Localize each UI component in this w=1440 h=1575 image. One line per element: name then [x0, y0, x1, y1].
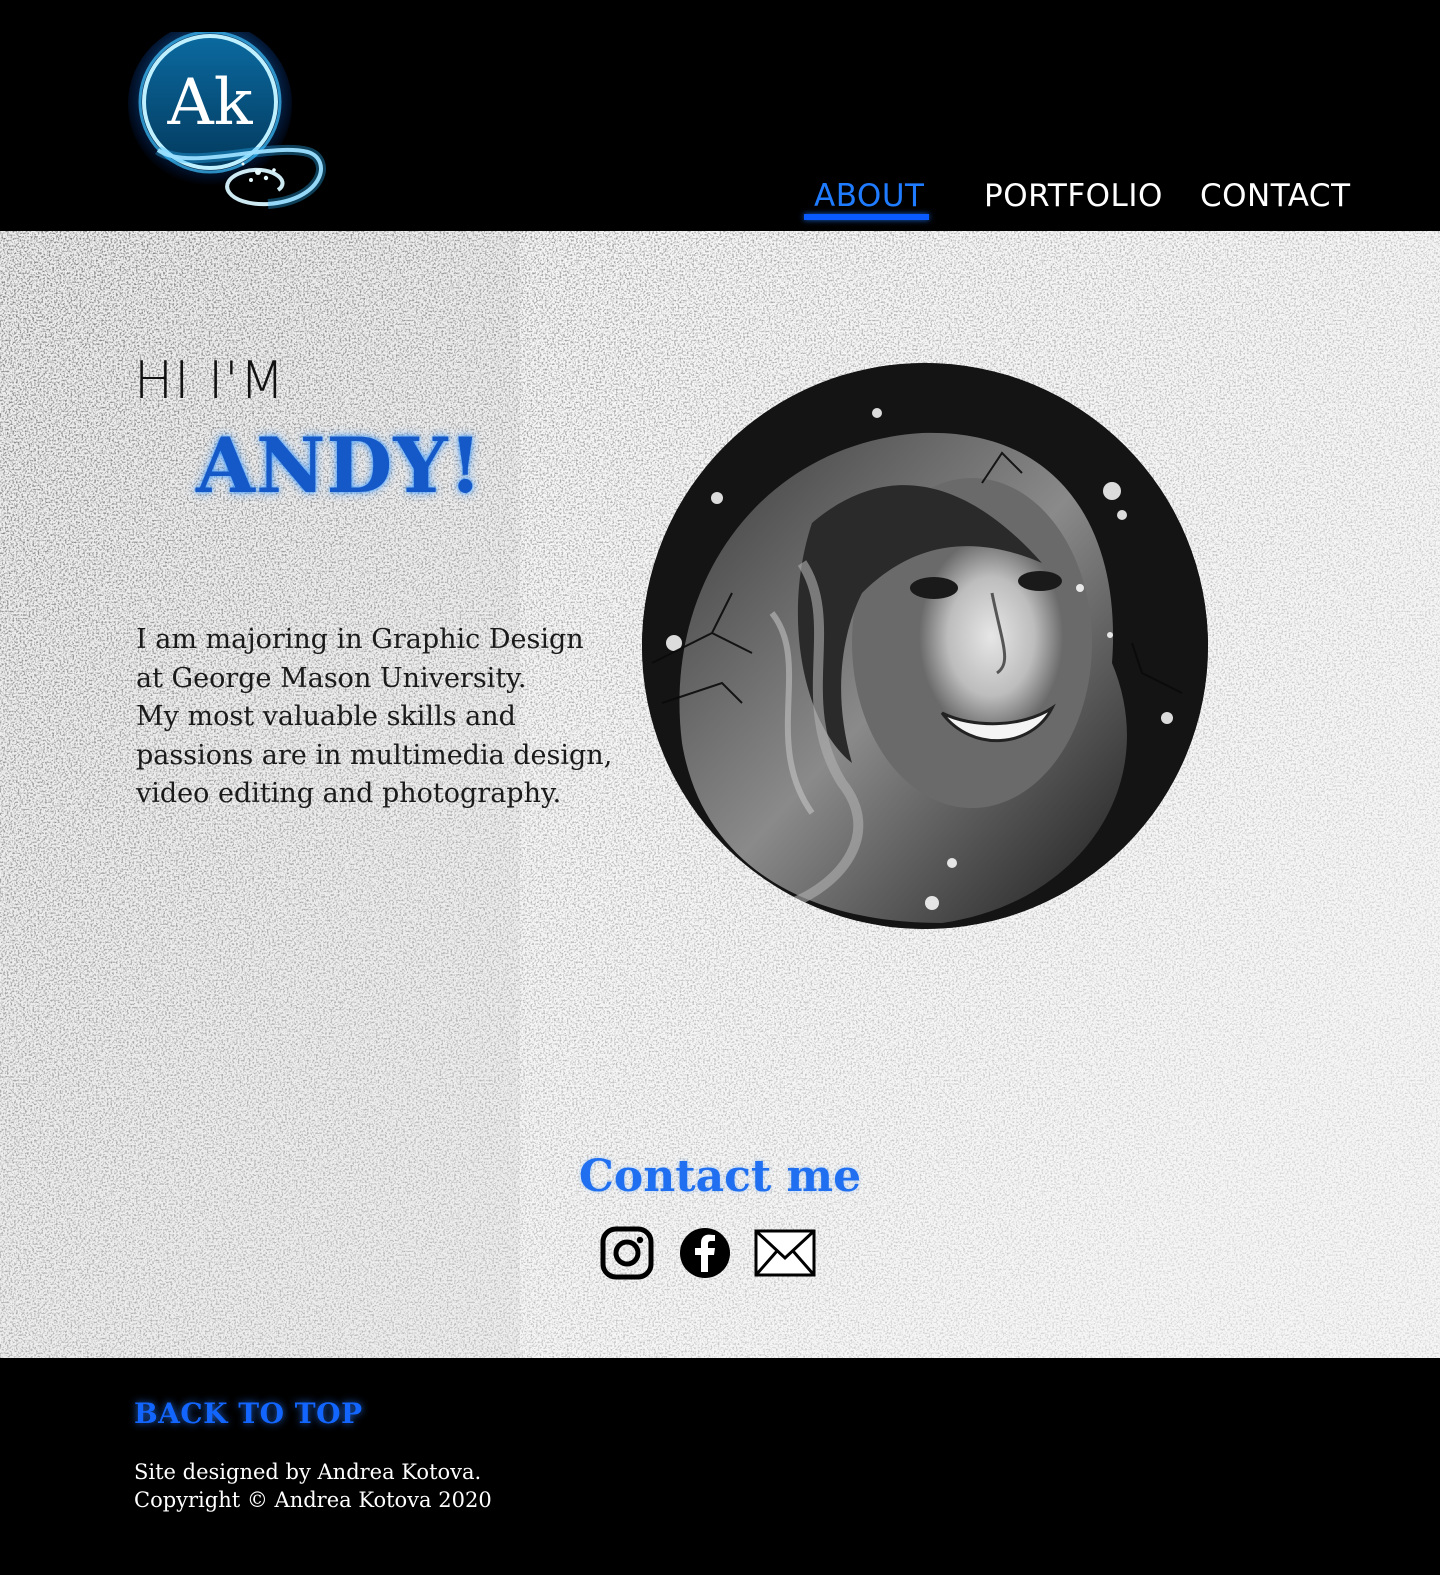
contact-heading: Contact me — [578, 1151, 862, 1202]
bio-line: video editing and photography. — [136, 778, 562, 809]
nav-about[interactable]: ABOUT — [814, 176, 924, 216]
bio-line: My most valuable skills and — [136, 701, 516, 732]
logo-text: Ak — [167, 66, 254, 140]
facebook-icon[interactable] — [679, 1226, 731, 1280]
site-footer: BACK TO TOP Site designed by Andrea Koto… — [0, 1358, 1440, 1575]
about-section: HI I'M ANDY! I am majoring in Graphic De… — [0, 231, 1440, 1358]
profile-photo — [642, 363, 1208, 929]
instagram-icon[interactable] — [600, 1226, 654, 1280]
bio-line: at George Mason University. — [136, 662, 527, 694]
back-to-top-link[interactable]: BACK TO TOP — [134, 1394, 363, 1434]
name-heading: ANDY! — [196, 421, 483, 510]
greeting-heading: HI I'M — [134, 351, 286, 411]
nav-portfolio[interactable]: PORTFOLIO — [984, 176, 1163, 216]
bio-text: I am majoring in Graphic Design at Georg… — [136, 621, 613, 814]
nav-contact[interactable]: CONTACT — [1200, 176, 1351, 216]
nav-active-underline — [804, 214, 929, 220]
bio-line: passions are in multimedia design, — [136, 739, 613, 771]
site-header: Ak ABOUT PORTFOLIO CONTACT — [0, 0, 1440, 231]
main-nav: ABOUT PORTFOLIO CONTACT — [0, 176, 1440, 226]
credit-copyright: Copyright © Andrea Kotova 2020 — [134, 1488, 492, 1512]
footer-credit: Site designed by Andrea Kotova. Copyrigh… — [134, 1458, 492, 1514]
mail-icon[interactable] — [753, 1226, 817, 1280]
credit-designed-by: Site designed by Andrea Kotova. — [134, 1460, 482, 1484]
bio-line: I am majoring in Graphic Design — [136, 624, 584, 655]
